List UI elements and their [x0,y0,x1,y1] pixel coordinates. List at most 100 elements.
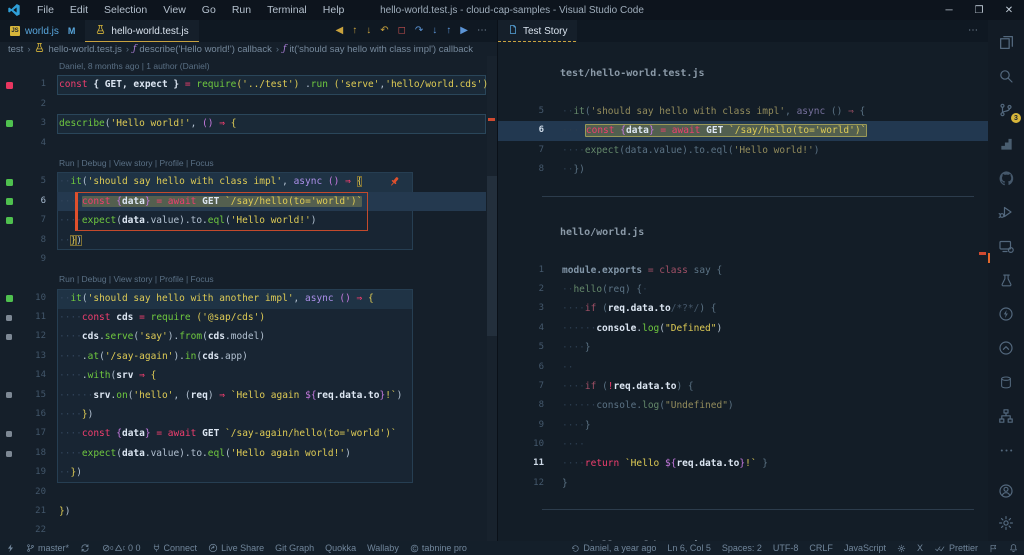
codelens[interactable]: Run | Debug | View story | Profile | Foc… [0,269,497,288]
code-line[interactable]: 11 ····const cds = require ('@sap/cds') [0,308,497,327]
status-feedback[interactable] [989,544,998,553]
test-status-gray-icon[interactable] [6,450,12,457]
story-code-line[interactable]: 1 module.exports = class say { [498,261,988,280]
step-back-out-icon[interactable]: ↑ [352,26,357,36]
code-line[interactable]: 21}) [0,502,497,521]
story-code-line[interactable]: 2 ··hello(req) {· [498,280,988,299]
account-icon[interactable] [996,481,1016,501]
continue-icon[interactable]: ▶ [460,26,468,36]
test-gutter[interactable] [0,521,18,540]
rewind-icon[interactable]: ↶ [380,26,388,36]
status-blame[interactable]: Daniel, a year ago [571,543,656,553]
test-status-green-icon[interactable] [5,178,13,186]
test-gutter[interactable] [0,366,18,385]
story-code-line[interactable]: 5 ····} [498,338,988,357]
line-content[interactable]: ··}) [46,231,82,250]
test-gutter[interactable] [0,250,18,269]
status-eol[interactable]: CRLF [809,543,833,553]
line-content[interactable] [46,483,59,502]
test-gutter[interactable] [0,483,18,502]
test-gutter[interactable] [0,347,18,366]
line-content[interactable] [46,521,59,540]
caret-circle-icon[interactable] [996,338,1016,358]
status-tabnine[interactable]: tabnine pro [410,543,467,553]
test-story-panel[interactable]: test/hello-world.test.js 5 ··it('should sa… [498,42,988,541]
story-code-line[interactable]: 11 ····return `Hello ${req.data.to}!` } [498,454,988,473]
breadcrumb-item[interactable]: ƒ describe('Hello world!') callback [133,44,272,55]
story-code-line[interactable]: 8 ······console.log("Undefined") [498,396,988,415]
database-icon[interactable] [996,372,1016,392]
line-content[interactable]: ····const {data} = await GET `/say-again… [46,424,397,443]
menu-terminal[interactable]: Terminal [259,4,315,16]
menu-go[interactable]: Go [194,4,224,16]
menu-view[interactable]: View [155,4,194,16]
status-quokka[interactable]: Quokka [325,543,356,553]
line-content[interactable]: const { GET, expect } = require('../test… [46,75,488,94]
code-line[interactable]: 22 [0,521,497,540]
code-line[interactable]: 2 [0,95,497,114]
test-status-gray-icon[interactable] [6,334,12,341]
line-content[interactable]: }) [46,502,70,521]
test-gutter[interactable] [0,211,18,230]
status-prettier[interactable]: Prettier [934,543,978,553]
test-gutter[interactable] [0,231,18,250]
test-flask-icon[interactable] [996,270,1016,290]
code-line[interactable]: 18 ····expect(data.value).to.eql('Hello a… [0,444,497,463]
breadcrumb-item[interactable]: test [8,44,23,55]
test-status-green-icon[interactable] [5,217,13,225]
run-back-icon[interactable]: ◀ [336,26,344,36]
tab-world-js[interactable]: JS world.js M [0,20,86,42]
line-content[interactable]: ····.with(srv ⇒ { [46,366,156,385]
test-gutter[interactable] [0,327,18,346]
story-code-line[interactable]: 9 ····} [498,416,988,435]
overview-ruler[interactable] [487,56,497,541]
line-content[interactable]: ····cds.serve('say').from(cds.model) [46,327,265,346]
line-content[interactable]: ······srv.on('hello', (req) ⇒ `Hello aga… [46,386,402,405]
story-code-line[interactable]: 10 ···· [498,435,988,454]
status-cursor-position[interactable]: Ln 6, Col 5 [667,543,711,553]
story-code-line[interactable]: 12} [498,474,988,493]
test-gutter[interactable] [0,386,18,405]
menu-file[interactable]: File [29,4,62,16]
story-code-line[interactable]: 5 ··it('should say hello with class impl'… [498,102,988,121]
status-remote[interactable] [6,543,15,553]
test-gutter[interactable] [0,289,18,308]
explorer-icon[interactable] [996,32,1016,52]
line-content[interactable]: ··it('should say hello with another impl… [46,289,374,308]
line-content[interactable]: ····expect(data.value).to.eql('Hello aga… [46,444,351,463]
test-gutter[interactable] [0,405,18,424]
test-gutter[interactable] [0,134,18,153]
code-line[interactable]: 12 ····cds.serve('say').from(cds.model) [0,327,497,346]
test-status-gray-icon[interactable] [6,392,12,399]
status-notifications[interactable] [1009,543,1018,553]
code-line[interactable]: 8 ··}) [0,231,497,250]
maximize-button[interactable]: ❐ [964,0,994,20]
code-line[interactable]: 20 [0,483,497,502]
tab-test-story[interactable]: Test Story [498,20,578,42]
settings-icon[interactable] [996,513,1016,533]
code-line[interactable]: 1 const { GET, expect } = require('../tes… [0,75,497,94]
status-wallaby-x[interactable]: X [917,543,923,553]
scrollbar-thumb[interactable] [487,176,497,336]
code-line[interactable]: 15 ······srv.on('hello', (req) ⇒ `Hello a… [0,386,497,405]
stairs-extension-icon[interactable] [996,134,1016,154]
test-status-red-icon[interactable] [5,81,13,89]
more-actions-icon[interactable]: ⋯ [968,26,978,36]
code-line[interactable]: 14 ····.with(srv ⇒ { [0,366,497,385]
code-line[interactable]: 16 ····}) [0,405,497,424]
status-problems[interactable]: 000 0 [101,543,141,553]
test-status-green-icon[interactable] [5,120,13,128]
story-code-line[interactable]: 7 ····expect(data.value).to.eql('Hello wo… [498,141,988,160]
run-debug-icon[interactable] [996,202,1016,222]
close-button[interactable]: ✕ [994,0,1024,20]
code-line[interactable]: 17 ····const {data} = await GET `/say-aga… [0,424,497,443]
test-gutter[interactable] [0,463,18,482]
status-git-branch[interactable]: master* [26,543,69,553]
code-line[interactable]: 13 ····.at('/say-again').in(cds.app) [0,347,497,366]
story-code-line[interactable]: 7 ····if (!req.data.to) { [498,377,988,396]
code-editor[interactable]: Daniel, 8 months ago | 1 author (Daniel)… [0,56,497,541]
story-code-line[interactable]: 6 ·· [498,358,988,377]
menu-selection[interactable]: Selection [96,4,155,16]
test-gutter[interactable] [0,308,18,327]
status-sync[interactable] [80,543,90,553]
